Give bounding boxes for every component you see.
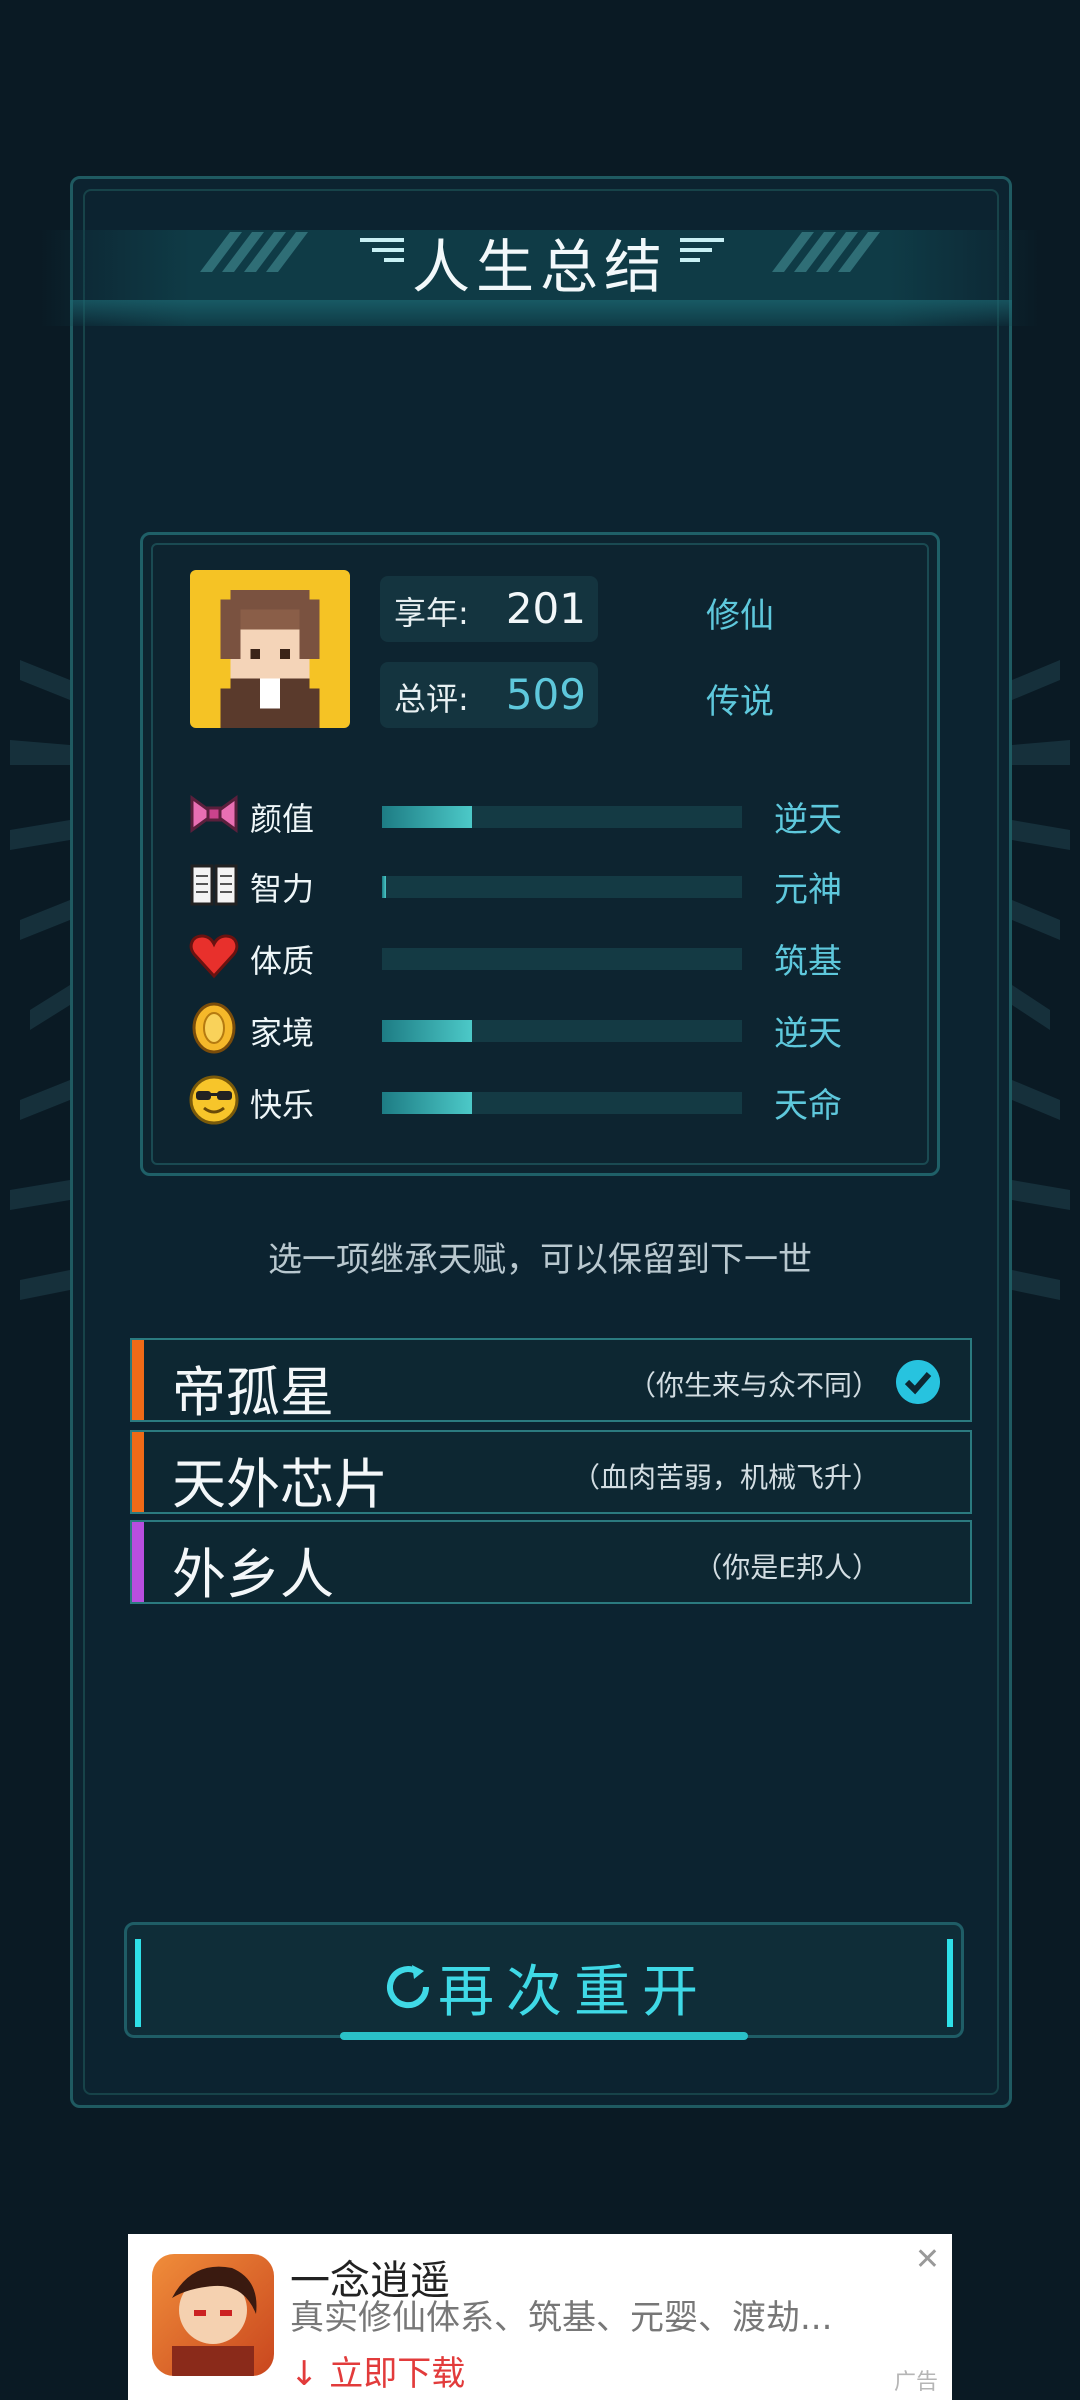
stat-grade: 逆天: [774, 800, 842, 840]
talent-desc: （你生来与众不同）: [627, 1369, 880, 1402]
score-value: 509: [505, 670, 586, 719]
talent-name: 外乡人: [172, 1543, 334, 1606]
talent-option-2[interactable]: 天外芯片 （血肉苦弱，机械飞升）: [130, 1430, 972, 1516]
stat-bar: [382, 1092, 742, 1114]
stat-bar-fill: [382, 1020, 472, 1042]
age-tag: 修仙: [706, 596, 774, 636]
age-label: 享年:: [394, 594, 469, 632]
ad-banner[interactable]: 一念逍遥 真实修仙体系、筑基、元婴、渡劫... ↓ 立即下载 ✕ 广告: [128, 2234, 952, 2400]
restart-label: 再次重开: [438, 1960, 710, 2025]
talent-option-1[interactable]: 帝孤星 （你生来与众不同）: [130, 1338, 972, 1424]
coin-icon: [192, 1002, 236, 1054]
stat-grade: 元神: [774, 870, 842, 910]
score-tag: 传说: [706, 682, 774, 722]
stat-bar: [382, 876, 742, 898]
stat-row-family: 家境 逆天: [188, 1000, 848, 1056]
stat-grade: 天命: [774, 1086, 842, 1126]
bow-icon: [190, 795, 238, 833]
talent-desc: （你是E邦人）: [694, 1551, 880, 1584]
stat-label: 颜值: [250, 800, 315, 838]
sunglasses-face-icon: [189, 1075, 239, 1125]
talent-name: 天外芯片: [172, 1453, 388, 1516]
ad-download-button[interactable]: ↓ 立即下载: [290, 2346, 465, 2395]
restart-button[interactable]: 再次重开: [124, 1922, 964, 2038]
score-label: 总评:: [394, 680, 469, 718]
stat-grade: 逆天: [774, 1014, 842, 1054]
talent-desc: （血肉苦弱，机械飞升）: [571, 1461, 880, 1494]
talent-name: 帝孤星: [172, 1361, 334, 1424]
stat-label: 快乐: [250, 1086, 315, 1124]
age-pill: 享年: 201: [380, 576, 598, 642]
score-pill: 总评: 509: [380, 662, 598, 728]
age-value: 201: [505, 584, 586, 633]
check-icon: [896, 1360, 940, 1404]
ad-label: 广告: [893, 2370, 938, 2395]
stat-label: 家境: [250, 1014, 315, 1052]
stat-bar: [382, 806, 742, 828]
talent-color-bar: [132, 1522, 144, 1602]
stat-row-appearance: 颜值 逆天: [188, 786, 848, 842]
book-icon: [190, 864, 238, 906]
ad-app-icon[interactable]: [152, 2254, 274, 2376]
stat-label: 智力: [250, 870, 315, 908]
close-icon[interactable]: ✕: [915, 2242, 940, 2277]
stat-bar-fill: [382, 806, 472, 828]
page-title: 人生总结: [411, 233, 668, 301]
talent-color-bar: [132, 1340, 144, 1420]
talent-option-3[interactable]: 外乡人 （你是E邦人）: [130, 1520, 972, 1606]
stat-bar-fill: [382, 1092, 472, 1114]
inherit-hint: 选一项继承天赋，可以保留到下一世: [268, 1240, 812, 1280]
stat-grade: 筑基: [774, 942, 842, 982]
stat-row-constitution: 体质 筑基: [188, 928, 848, 984]
avatar: [190, 570, 350, 728]
restart-underline: [340, 2032, 748, 2040]
ad-description: 真实修仙体系、筑基、元婴、渡劫...: [290, 2298, 833, 2338]
stat-bar-fill: [382, 876, 386, 898]
heart-icon: [189, 934, 239, 979]
talent-color-bar: [132, 1432, 144, 1512]
stat-bar: [382, 948, 742, 970]
stat-bar: [382, 1020, 742, 1042]
stat-label: 体质: [250, 942, 315, 980]
stat-row-intelligence: 智力 元神: [188, 856, 848, 912]
stat-row-happiness: 快乐 天命: [188, 1072, 848, 1128]
